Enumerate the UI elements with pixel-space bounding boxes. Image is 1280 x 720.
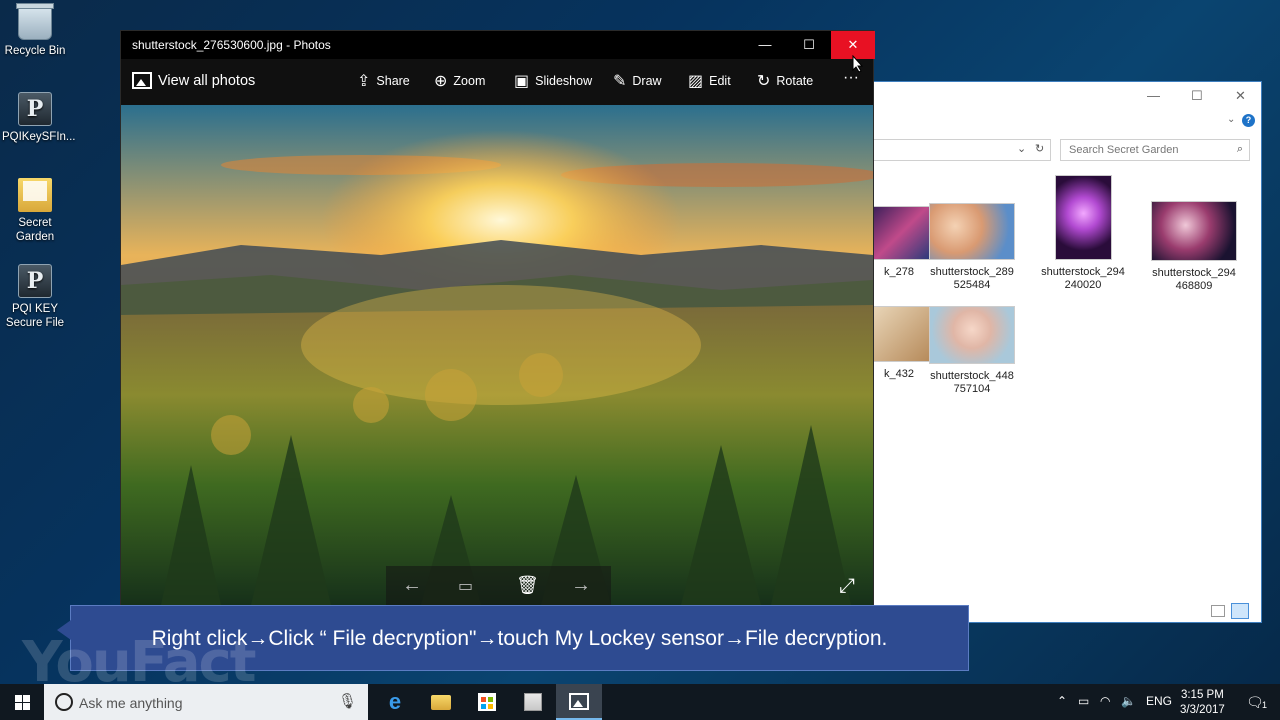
search-placeholder: Ask me anything xyxy=(79,695,183,711)
chevron-down-icon[interactable]: ⌄ xyxy=(1017,142,1026,155)
window-title: shutterstock_276530600.jpg - Photos xyxy=(132,38,331,52)
draw-button[interactable]: ✎ Draw xyxy=(613,71,662,91)
rotate-button[interactable]: ↻ Rotate xyxy=(757,71,813,91)
clock[interactable]: 3:15 PM 3/3/2017 xyxy=(1180,688,1225,718)
desktop-icon-recycle-bin[interactable]: Recycle Bin xyxy=(2,3,68,58)
thumbnail-label: shutterstock_294 468809 xyxy=(1152,267,1236,292)
taskbar: Ask me anything 🎙 e ⌃ ▭ ◠ 🔈 ENG 3:15 PM … xyxy=(0,684,1280,720)
search-placeholder: Search Secret Garden xyxy=(1069,144,1179,156)
share-icon: ⇪ xyxy=(357,73,371,90)
desktop-icon-label: PQI KEY Secure File xyxy=(5,303,65,329)
address-bar[interactable]: ⌄ ↻ xyxy=(871,139,1051,161)
ribbon-expand-icon[interactable]: ⌄ xyxy=(1227,114,1235,125)
refresh-icon[interactable]: ↻ xyxy=(1035,142,1044,155)
zoom-label: Zoom xyxy=(453,74,486,88)
search-input[interactable]: Search Secret Garden ⌕ xyxy=(1060,139,1250,161)
photo-display[interactable] xyxy=(121,105,873,605)
file-explorer-taskbar-icon[interactable] xyxy=(418,684,464,720)
edge-icon[interactable]: e xyxy=(372,684,418,720)
fullscreen-icon[interactable]: ⤢ xyxy=(839,575,855,598)
edit-label: Edit xyxy=(709,74,731,88)
slideshow-icon[interactable]: ▭ xyxy=(458,576,473,596)
draw-label: Draw xyxy=(632,74,662,88)
edit-button[interactable]: ▨ Edit xyxy=(688,71,731,91)
desktop-icon-label: Secret Garden xyxy=(15,217,55,243)
thumbnail-image xyxy=(871,306,931,362)
cortana-search-box[interactable]: Ask me anything 🎙 xyxy=(44,684,368,720)
zoom-button[interactable]: ⊕ Zoom xyxy=(434,71,485,91)
minimize-button[interactable]: — xyxy=(743,31,787,59)
file-thumbnail[interactable]: shutterstock_294 240020 xyxy=(1040,175,1126,292)
share-label: Share xyxy=(376,74,410,88)
forest-sunrise-photo xyxy=(121,105,873,605)
rotate-label: Rotate xyxy=(776,74,814,88)
microphone-icon[interactable]: 🎙 xyxy=(338,692,357,710)
notification-count: 1 xyxy=(1262,700,1268,710)
explorer-minimize-button[interactable]: — xyxy=(1147,88,1160,103)
photos-app-window[interactable]: shutterstock_276530600.jpg - Photos — ☐ … xyxy=(120,30,875,606)
zoom-icon: ⊕ xyxy=(434,73,448,90)
file-thumbnail[interactable]: shutterstock_448 757104 xyxy=(929,306,1015,396)
pqi-app-icon: P xyxy=(18,92,52,126)
volume-icon[interactable]: 🔈 xyxy=(1121,694,1136,708)
pqi-taskbar-icon[interactable] xyxy=(510,684,556,720)
thumbnail-label: shutterstock_289 525484 xyxy=(930,266,1014,291)
windows-logo-icon xyxy=(14,694,30,710)
recycle-bin-icon xyxy=(16,3,54,40)
title-bar[interactable]: shutterstock_276530600.jpg - Photos — ☐ … xyxy=(121,31,875,59)
desktop-icon-pqikeysfin[interactable]: P PQIKeySFIn... xyxy=(2,92,76,144)
cortana-icon xyxy=(55,693,73,711)
file-explorer-window[interactable]: — ☐ ✕ ⌄ ? ⌄ ↻ Search Secret Garden ⌕ k_2… xyxy=(870,81,1262,623)
view-all-label: View all photos xyxy=(158,72,256,89)
previous-arrow-icon[interactable]: ← xyxy=(402,574,422,597)
thumbnail-image xyxy=(929,306,1015,364)
rotate-icon: ↻ xyxy=(757,73,771,90)
file-thumbnail[interactable]: shutterstock_289 525484 xyxy=(929,203,1015,292)
thumbnail-image xyxy=(929,203,1015,260)
desktop-icon-label: PQIKeySFIn... xyxy=(2,131,76,143)
photos-taskbar-icon[interactable] xyxy=(556,684,602,720)
search-icon: ⌕ xyxy=(1236,143,1243,155)
thumbnail-image xyxy=(1054,175,1112,260)
slideshow-label: Slideshow xyxy=(535,74,593,88)
photo-nav-bar: ← ▭ 🗑 → xyxy=(386,566,611,606)
mouse-cursor-icon xyxy=(852,55,864,73)
thumbnail-image xyxy=(1151,201,1237,261)
start-button[interactable] xyxy=(0,684,44,720)
delete-icon[interactable]: 🗑 xyxy=(516,575,539,596)
explorer-maximize-button[interactable]: ☐ xyxy=(1191,88,1203,104)
details-view-icon[interactable] xyxy=(1211,605,1225,617)
explorer-close-button[interactable]: ✕ xyxy=(1235,88,1246,104)
thumbnail-label: shutterstock_294 240020 xyxy=(1041,266,1125,291)
help-icon[interactable]: ? xyxy=(1242,114,1255,127)
store-icon[interactable] xyxy=(464,684,510,720)
share-button[interactable]: ⇪ Share xyxy=(357,71,410,91)
draw-icon: ✎ xyxy=(613,73,627,90)
large-icons-view-icon[interactable] xyxy=(1231,603,1249,619)
photos-toolbar: View all photos ⇪ Share ⊕ Zoom ▣ Slidesh… xyxy=(121,59,873,105)
clock-time: 3:15 PM xyxy=(1180,689,1224,701)
view-all-photos-button[interactable]: View all photos xyxy=(132,72,255,89)
thumbnail-label: shutterstock_448 757104 xyxy=(930,370,1014,395)
network-icon[interactable]: ◠ xyxy=(1100,694,1110,708)
language-indicator[interactable]: ENG xyxy=(1146,694,1172,708)
next-arrow-icon[interactable]: → xyxy=(571,574,591,597)
desktop-icon-secret-garden[interactable]: Secret Garden xyxy=(2,178,68,244)
slideshow-icon: ▣ xyxy=(514,73,530,90)
file-thumbnail[interactable]: shutterstock_294 468809 xyxy=(1151,201,1237,293)
image-icon xyxy=(132,72,152,89)
thumbnail-image xyxy=(871,206,931,260)
battery-icon[interactable]: ▭ xyxy=(1078,694,1089,708)
edit-icon: ▨ xyxy=(688,73,704,90)
maximize-button[interactable]: ☐ xyxy=(787,31,831,59)
desktop-icon-label: Recycle Bin xyxy=(4,45,66,57)
desktop-icon-pqi-key-secure-file[interactable]: P PQI KEY Secure File xyxy=(2,264,68,330)
clock-date: 3/3/2017 xyxy=(1180,704,1225,716)
pqi-app-icon: P xyxy=(18,264,52,298)
slideshow-button[interactable]: ▣ Slideshow xyxy=(514,71,592,91)
folder-icon xyxy=(18,178,52,212)
show-hidden-icons-icon[interactable]: ⌃ xyxy=(1057,694,1067,708)
